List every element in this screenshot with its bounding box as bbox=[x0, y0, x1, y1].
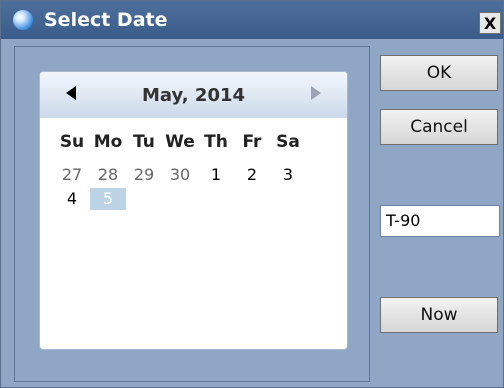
weekday-friday: Fr bbox=[242, 132, 262, 152]
date-offset-input[interactable]: T-90 bbox=[380, 205, 500, 237]
day-cell[interactable]: 28 bbox=[93, 165, 123, 184]
day-cell[interactable]: 3 bbox=[273, 165, 303, 184]
dialog-title: Select Date bbox=[44, 9, 168, 31]
day-cell[interactable]: 29 bbox=[129, 165, 159, 184]
calendar: May, 2014 Su Mo Tu We Th Fr Sa 27 28 29 … bbox=[39, 71, 348, 350]
weekday-saturday: Sa bbox=[276, 132, 300, 152]
ok-button[interactable]: OK bbox=[380, 55, 498, 91]
day-cell[interactable]: 1 bbox=[201, 165, 231, 184]
weekday-thursday: Th bbox=[204, 132, 228, 152]
day-cell[interactable]: 27 bbox=[57, 165, 87, 184]
cancel-button[interactable]: Cancel bbox=[380, 109, 498, 145]
weekday-monday: Mo bbox=[93, 132, 123, 152]
calendar-header: May, 2014 bbox=[40, 72, 347, 118]
month-year-label[interactable]: May, 2014 bbox=[40, 85, 347, 106]
selected-day-cell[interactable]: 5 bbox=[90, 188, 126, 210]
app-globe-icon bbox=[13, 10, 33, 30]
title-bar[interactable]: Select Date X bbox=[1, 1, 503, 39]
day-cell[interactable]: 30 bbox=[165, 165, 195, 184]
weekday-sunday: Su bbox=[59, 132, 85, 152]
triangle-right-icon[interactable] bbox=[311, 86, 321, 100]
close-button[interactable]: X bbox=[479, 12, 501, 34]
weekday-tuesday: Tu bbox=[133, 132, 155, 152]
day-cell[interactable]: 2 bbox=[237, 165, 267, 184]
now-button[interactable]: Now bbox=[380, 297, 498, 333]
day-cell[interactable]: 4 bbox=[57, 189, 87, 208]
weekday-wednesday: We bbox=[165, 132, 195, 152]
